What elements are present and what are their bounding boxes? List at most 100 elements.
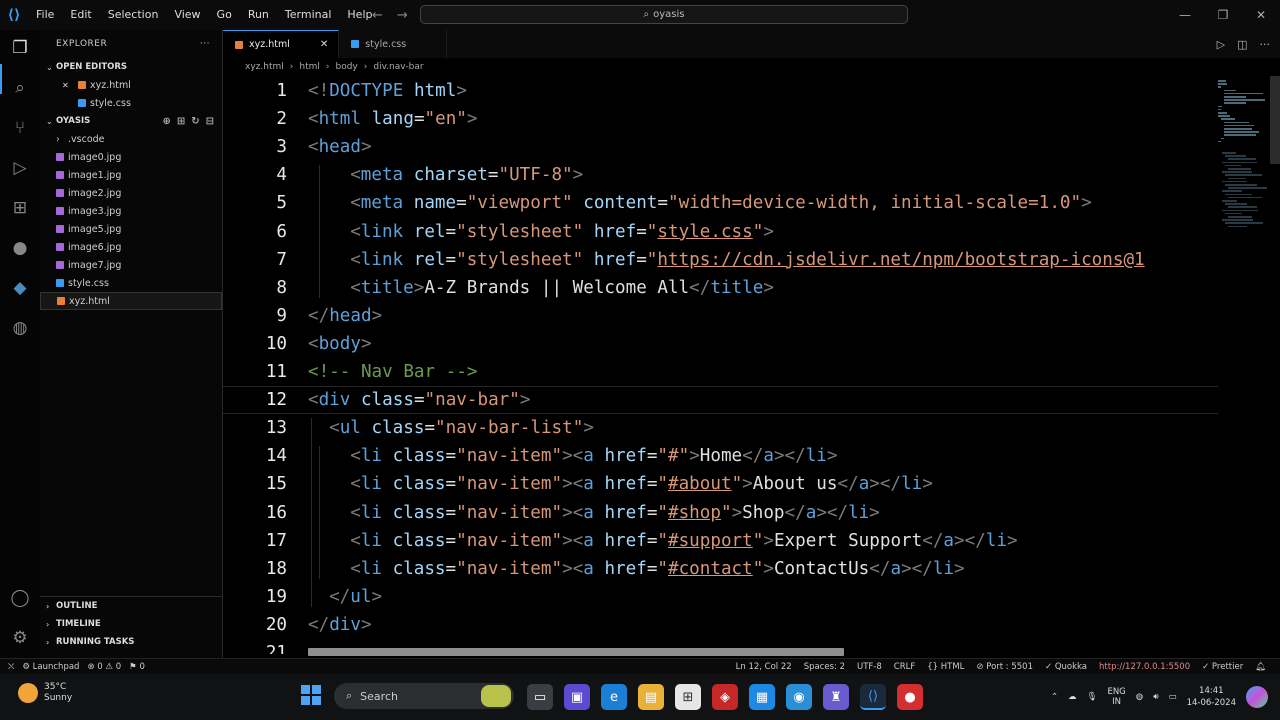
recorder-icon[interactable]: ● [897, 684, 923, 710]
code-line[interactable]: 17 <li class="nav-item"><a href="#support… [223, 527, 1218, 555]
windows-start-icon[interactable] [301, 685, 321, 705]
horizontal-scrollbar[interactable] [308, 648, 844, 656]
server-url[interactable]: http://127.0.0.1:5500 [1099, 662, 1190, 672]
code-line[interactable]: 10 <body> [223, 330, 1218, 358]
code-line[interactable]: 8 <title>A-Z Brands || Welcome All</title… [223, 274, 1218, 302]
weather-widget[interactable]: 35°C Sunny [18, 682, 72, 704]
code-line[interactable]: 4 <meta charset="UTF-8"> [223, 161, 1218, 189]
file-tree-item[interactable]: xyz.html [40, 292, 222, 310]
breadcrumb-item[interactable]: xyz.html [245, 62, 284, 72]
search-activity-icon[interactable]: ⌕ [8, 76, 32, 100]
file-explorer-icon[interactable]: ▤ [638, 684, 664, 710]
breadcrumb-item[interactable]: div.nav-bar [373, 62, 423, 72]
chrome-icon[interactable]: ◉ [786, 684, 812, 710]
new-file-icon[interactable]: ⊕ [162, 116, 170, 127]
folder-section[interactable]: ⌄ OYASIS ⊕ ⊞ ↻ ⊟ [40, 112, 222, 130]
cloud-icon[interactable]: ☁ [1068, 692, 1077, 702]
code-line[interactable]: 13 <ul class="nav-bar-list"> [223, 414, 1218, 442]
copilot-icon[interactable] [1246, 686, 1268, 708]
code-line[interactable]: 12 <div class="nav-bar"> [223, 386, 1218, 415]
close-icon[interactable]: ✕ [62, 81, 78, 90]
language-mode[interactable]: {} HTML [927, 662, 964, 672]
file-tree-item[interactable]: image3.jpg [40, 202, 222, 220]
open-editor-item[interactable]: style.css [40, 94, 222, 112]
menu-item-terminal[interactable]: Terminal [277, 0, 340, 30]
cursor-position[interactable]: Ln 12, Col 22 [736, 662, 792, 672]
edge-icon[interactable]: e [601, 684, 627, 710]
file-tree-item[interactable]: image7.jpg [40, 256, 222, 274]
explorer-icon[interactable]: ❐ [8, 36, 32, 60]
split-editor-icon[interactable]: ◫ [1237, 38, 1247, 51]
code-line[interactable]: 9 </head> [223, 302, 1218, 330]
code-line[interactable]: 7 <link rel="stylesheet" href="https://cd… [223, 246, 1218, 274]
language-indicator[interactable]: ENG IN [1107, 687, 1125, 707]
code-line[interactable]: 14 <li class="nav-item"><a href="#">Home<… [223, 442, 1218, 470]
vertical-scrollbar[interactable] [1270, 76, 1280, 164]
quokka-status[interactable]: ✓ Quokka [1045, 662, 1087, 672]
source-control-icon[interactable]: ⑂ [8, 116, 32, 140]
end-of-line[interactable]: CRLF [894, 662, 915, 672]
new-folder-icon[interactable]: ⊞ [177, 116, 185, 127]
file-tree-item[interactable]: style.css [40, 274, 222, 292]
sidebar-section-outline[interactable]: › OUTLINE [40, 597, 223, 615]
live-share-icon[interactable]: ◍ [8, 316, 32, 340]
code-line[interactable]: 16 <li class="nav-item"><a href="#shop">S… [223, 499, 1218, 527]
vscode-taskbar-icon[interactable]: ⟨⟩ [860, 684, 886, 710]
menu-item-view[interactable]: View [166, 0, 208, 30]
game-icon[interactable]: ♜ [823, 684, 849, 710]
file-tree-item[interactable]: image5.jpg [40, 220, 222, 238]
status-left-item[interactable]: ⚑ 0 [129, 662, 145, 672]
menu-item-file[interactable]: File [28, 0, 62, 30]
code-line[interactable]: 2 <html lang="en"> [223, 105, 1218, 133]
taskbar-search[interactable]: ⌕ Search [334, 683, 514, 709]
file-tree-item[interactable]: image6.jpg [40, 238, 222, 256]
code-line[interactable]: 3 <head> [223, 133, 1218, 161]
tab-style-css[interactable]: style.css [339, 30, 448, 58]
collapse-all-icon[interactable]: ⊟ [206, 116, 214, 127]
status-left-item[interactable]: ⚙ Launchpad [22, 662, 79, 672]
forward-arrow-icon[interactable]: → [397, 8, 408, 23]
file-tree-item[interactable]: image2.jpg [40, 184, 222, 202]
breadcrumb-item[interactable]: body [335, 62, 357, 72]
meet-icon[interactable]: ▣ [564, 684, 590, 710]
menu-item-edit[interactable]: Edit [62, 0, 99, 30]
maximize-icon[interactable]: ❐ [1204, 0, 1242, 30]
code-line[interactable]: 18 <li class="nav-item"><a href="#contact… [223, 555, 1218, 583]
github-icon[interactable]: ● [8, 236, 32, 260]
close-icon[interactable]: ✕ [320, 39, 328, 50]
encoding[interactable]: UTF-8 [857, 662, 882, 672]
extensions-icon[interactable]: ⊞ [8, 196, 32, 220]
battery-icon[interactable]: ▭ [1169, 692, 1177, 702]
run-debug-icon[interactable]: ▷ [8, 156, 32, 180]
settings-gear-icon[interactable]: ⚙ [8, 626, 32, 650]
calculator-icon[interactable]: ▦ [749, 684, 775, 710]
notifications-bell-icon[interactable]: 🔔︎ [1255, 662, 1266, 672]
menu-item-run[interactable]: Run [240, 0, 277, 30]
file-tree-item[interactable]: image1.jpg [40, 166, 222, 184]
more-icon[interactable]: ··· [1260, 38, 1271, 51]
code-line[interactable]: 11 <!-- Nav Bar --> [223, 358, 1218, 386]
minimize-icon[interactable]: — [1166, 0, 1204, 30]
store-icon[interactable]: ⊞ [675, 684, 701, 710]
file-tree-item[interactable]: › .vscode [40, 130, 222, 148]
tab-xyz-html[interactable]: xyz.html ✕ [223, 30, 340, 58]
menu-item-selection[interactable]: Selection [100, 0, 167, 30]
back-arrow-icon[interactable]: ← [372, 8, 383, 23]
speaker-icon[interactable]: 🔊︎ [1153, 692, 1158, 702]
status-left-item[interactable]: ⊗ 0 ⚠ 0 [87, 662, 121, 672]
command-center-search[interactable]: ⌕ oyasis [420, 5, 908, 24]
prettier-status[interactable]: ✓ Prettier [1202, 662, 1243, 672]
chevron-up-icon[interactable]: ⌃ [1051, 692, 1058, 702]
open-editor-item[interactable]: ✕ xyz.html [40, 76, 222, 94]
sidebar-section-running-tasks[interactable]: › RUNNING TASKS [40, 633, 223, 651]
account-icon[interactable]: ◯ [8, 586, 32, 610]
open-editors-section[interactable]: ⌄ OPEN EDITORS [40, 58, 222, 76]
code-line[interactable]: 20 </div> [223, 611, 1218, 639]
minimap[interactable] [1218, 76, 1270, 654]
python-icon[interactable]: ◆ [8, 276, 32, 300]
more-actions-icon[interactable]: ··· [200, 39, 210, 49]
menu-item-go[interactable]: Go [209, 0, 240, 30]
code-line[interactable]: 1 <!DOCTYPE html> [223, 77, 1218, 105]
file-tree-item[interactable]: image0.jpg [40, 148, 222, 166]
live-server-port[interactable]: ⊘ Port : 5501 [976, 662, 1033, 672]
